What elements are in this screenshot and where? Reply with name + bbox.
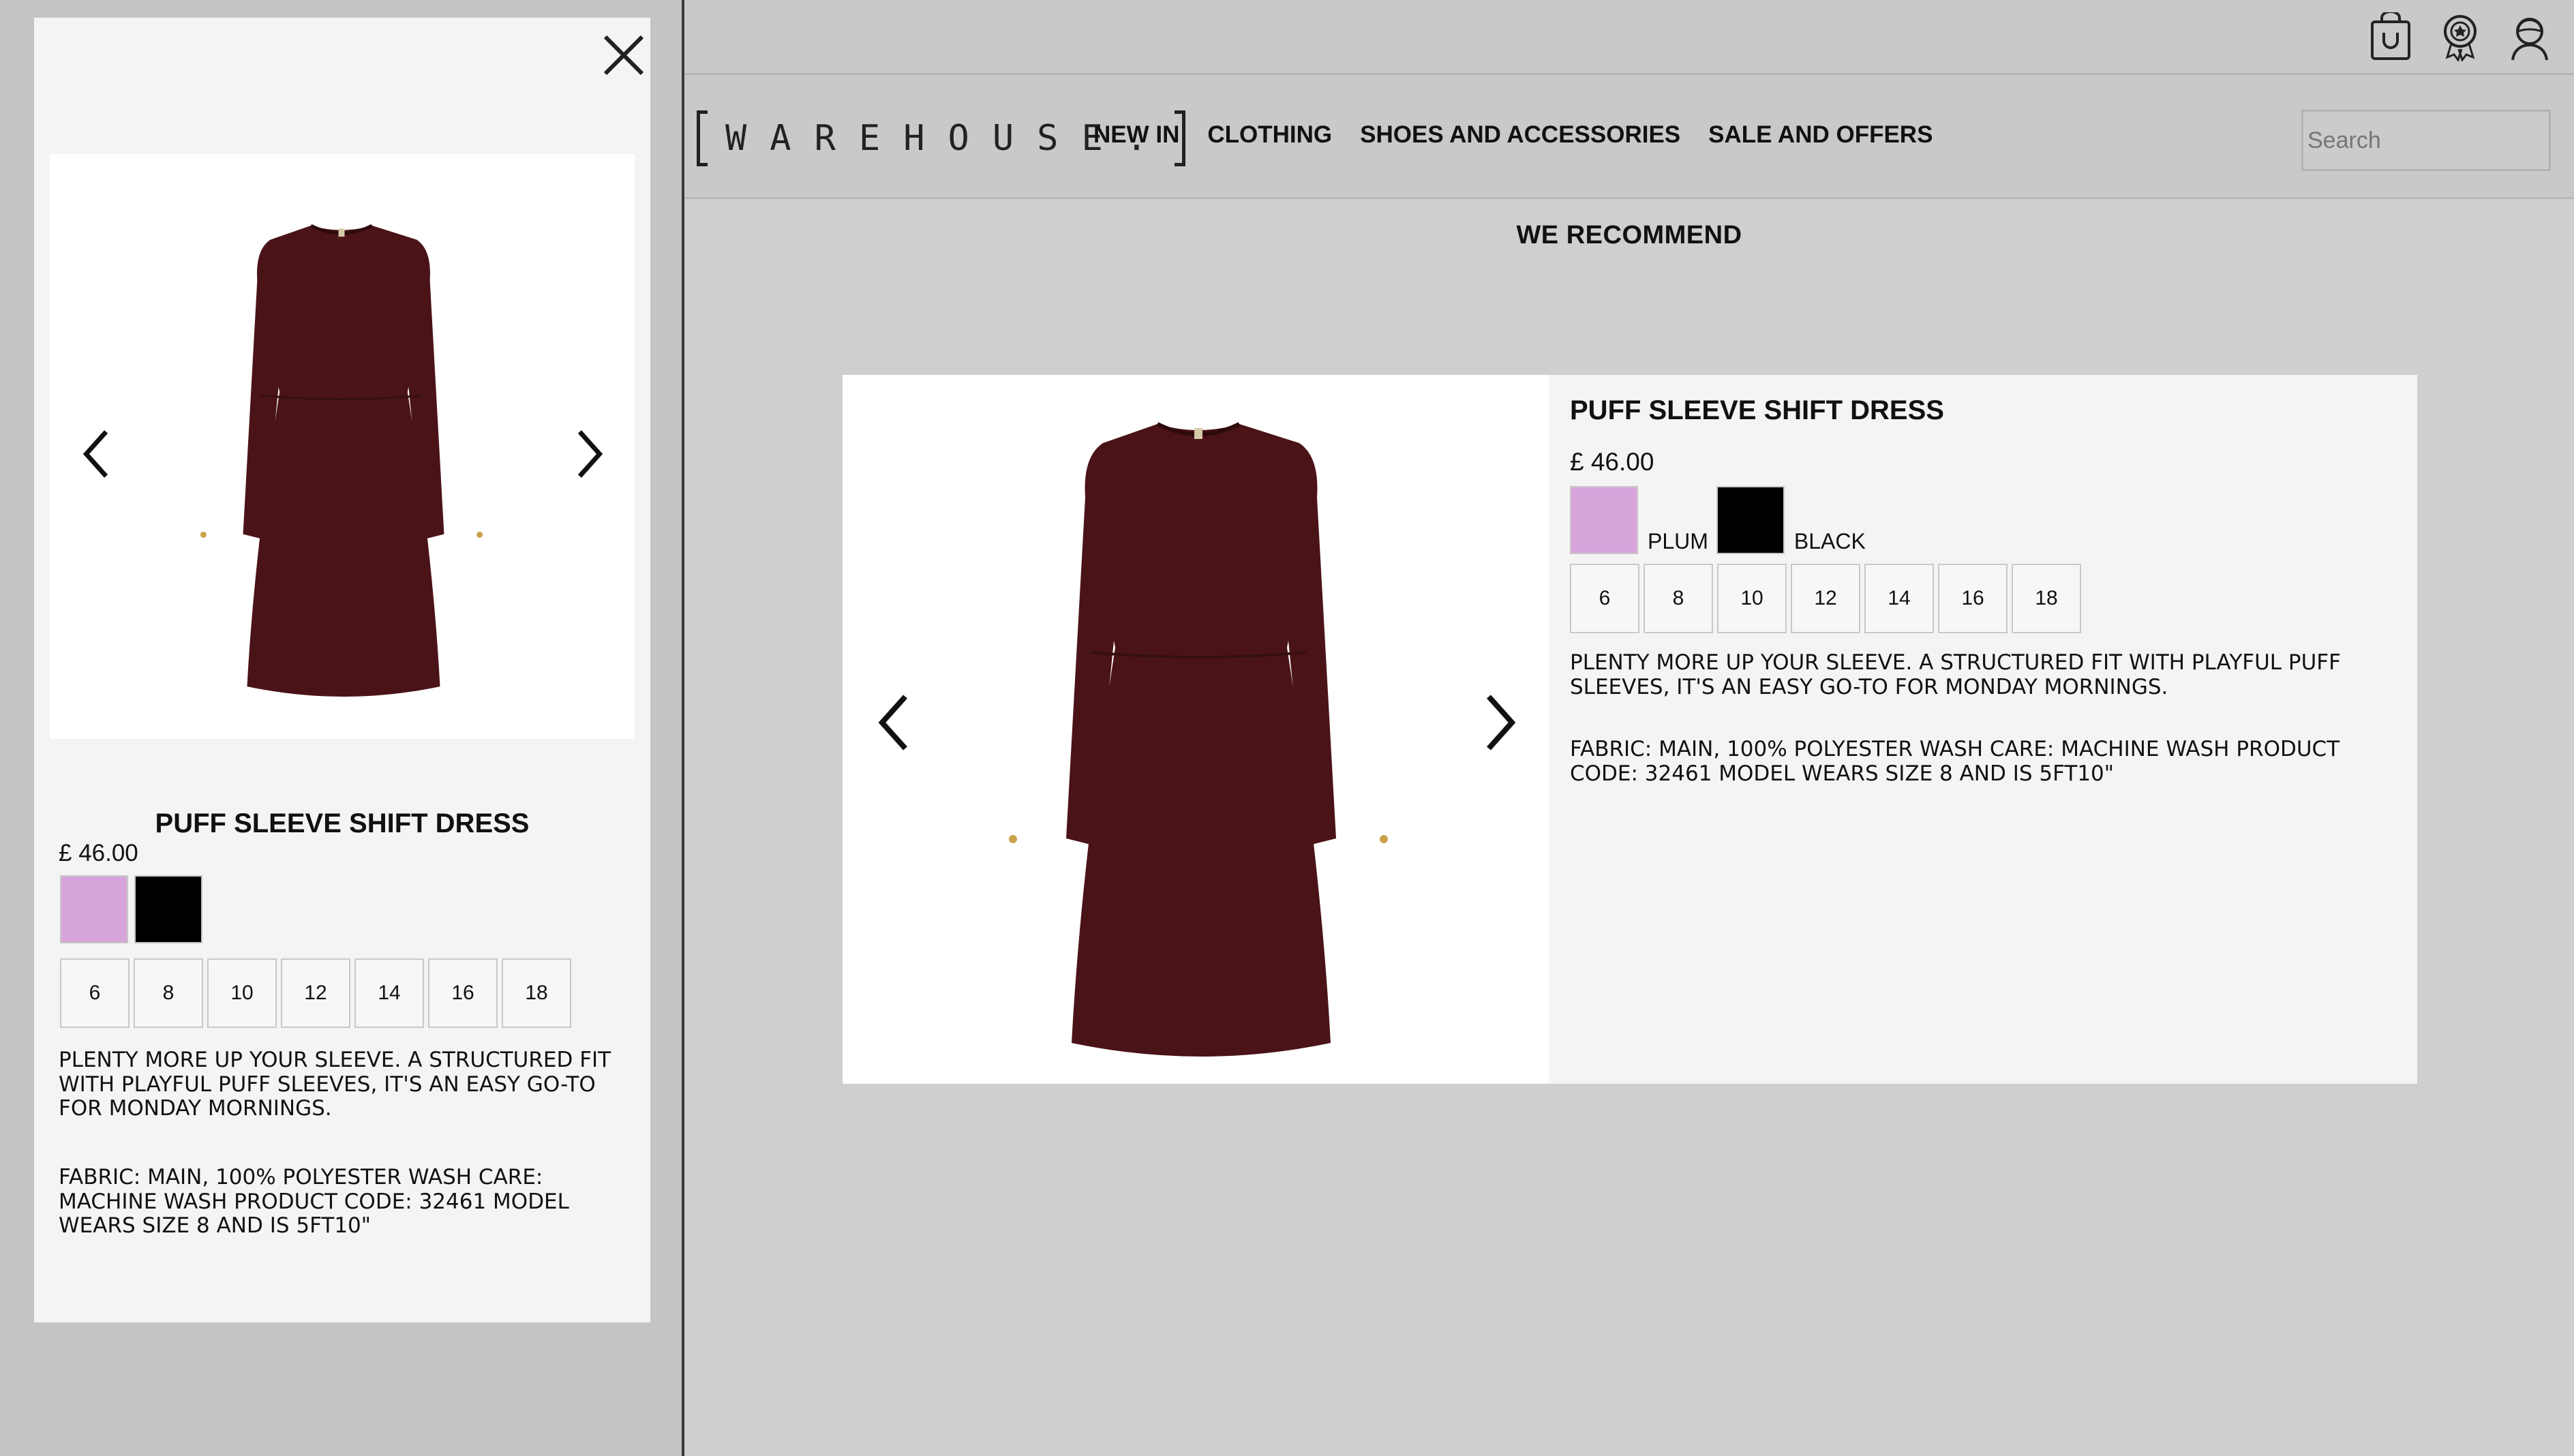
size-option[interactable]: 16 xyxy=(428,958,498,1028)
size-option[interactable]: 14 xyxy=(354,958,424,1028)
previous-image-button[interactable] xyxy=(76,423,117,485)
previous-image-button[interactable] xyxy=(870,688,918,757)
size-selector: 6 8 10 12 14 16 18 xyxy=(60,958,575,1028)
nav-clothing[interactable]: CLOTHING xyxy=(1207,121,1332,149)
quick-view-panel: PUFF SLEEVE SHIFT DRESS £ 46.00 6 8 10 1… xyxy=(34,18,650,1322)
color-swatch-black[interactable] xyxy=(1716,486,1785,554)
size-option[interactable]: 8 xyxy=(1644,564,1713,633)
product-description: PLENTY MORE UP YOUR SLEEVE. A STRUCTURED… xyxy=(59,1048,611,1121)
nav-links: NEW IN CLOTHING SHOES AND ACCESSORIES SA… xyxy=(1093,121,1933,149)
product-name: PUFF SLEEVE SHIFT DRESS xyxy=(1570,395,1944,425)
color-swatch-plum[interactable] xyxy=(60,875,128,943)
close-icon[interactable] xyxy=(593,25,654,86)
header-icons xyxy=(2369,12,2551,61)
size-option[interactable]: 6 xyxy=(1570,564,1639,633)
color-swatches: PLUM BLACK xyxy=(1570,486,2388,554)
product-image-carousel xyxy=(843,375,1549,1084)
color-label-plum: PLUM xyxy=(1648,529,1708,553)
product-image-carousel xyxy=(50,154,635,739)
color-swatches xyxy=(60,875,209,943)
search-input[interactable] xyxy=(2301,110,2551,171)
size-option[interactable]: 6 xyxy=(60,958,130,1028)
product-price: £ 46.00 xyxy=(1570,448,1654,476)
product-card: PUFF SLEEVE SHIFT DRESS £ 46.00 PLUM BLA… xyxy=(843,375,2417,1084)
color-label-black: BLACK xyxy=(1793,529,1866,553)
rewards-badge-icon[interactable] xyxy=(2439,12,2481,61)
size-option[interactable]: 16 xyxy=(1938,564,2008,633)
dress-image xyxy=(200,224,483,697)
dress-image xyxy=(1009,422,1388,1057)
product-description: PLENTY MORE UP YOUR SLEEVE. A STRUCTURED… xyxy=(1570,650,2341,699)
size-option[interactable]: 8 xyxy=(134,958,203,1028)
size-selector: 6 8 10 12 14 16 18 xyxy=(1570,564,2388,633)
product-name: PUFF SLEEVE SHIFT DRESS xyxy=(155,808,530,838)
next-image-button[interactable] xyxy=(569,423,610,485)
size-option[interactable]: 10 xyxy=(207,958,277,1028)
size-option[interactable]: 14 xyxy=(1864,564,1934,633)
account-icon[interactable] xyxy=(2509,12,2551,61)
size-option[interactable]: 10 xyxy=(1717,564,1787,633)
nav-new-in[interactable]: NEW IN xyxy=(1093,121,1179,149)
product-info: PUFF SLEEVE SHIFT DRESS £ 46.00 PLUM BLA… xyxy=(1570,395,2388,787)
color-swatch-black[interactable] xyxy=(134,875,202,943)
quick-view-drawer: PUFF SLEEVE SHIFT DRESS £ 46.00 6 8 10 1… xyxy=(0,0,684,1456)
size-option[interactable]: 12 xyxy=(1791,564,1860,633)
size-option[interactable]: 12 xyxy=(281,958,350,1028)
nav-sale-offers[interactable]: SALE AND OFFERS xyxy=(1708,121,1933,149)
size-option[interactable]: 18 xyxy=(502,958,571,1028)
size-option[interactable]: 18 xyxy=(2012,564,2081,633)
product-details: FABRIC: MAIN, 100% POLYESTER WASH CARE: … xyxy=(59,1165,569,1239)
color-swatch-plum[interactable] xyxy=(1570,486,1638,554)
next-image-button[interactable] xyxy=(1477,688,1524,757)
bag-icon[interactable] xyxy=(2369,12,2412,61)
nav-shoes-accessories[interactable]: SHOES AND ACCESSORIES xyxy=(1360,121,1680,149)
product-details: FABRIC: MAIN, 100% POLYESTER WASH CARE: … xyxy=(1570,737,2340,786)
product-price: £ 46.00 xyxy=(59,840,138,866)
